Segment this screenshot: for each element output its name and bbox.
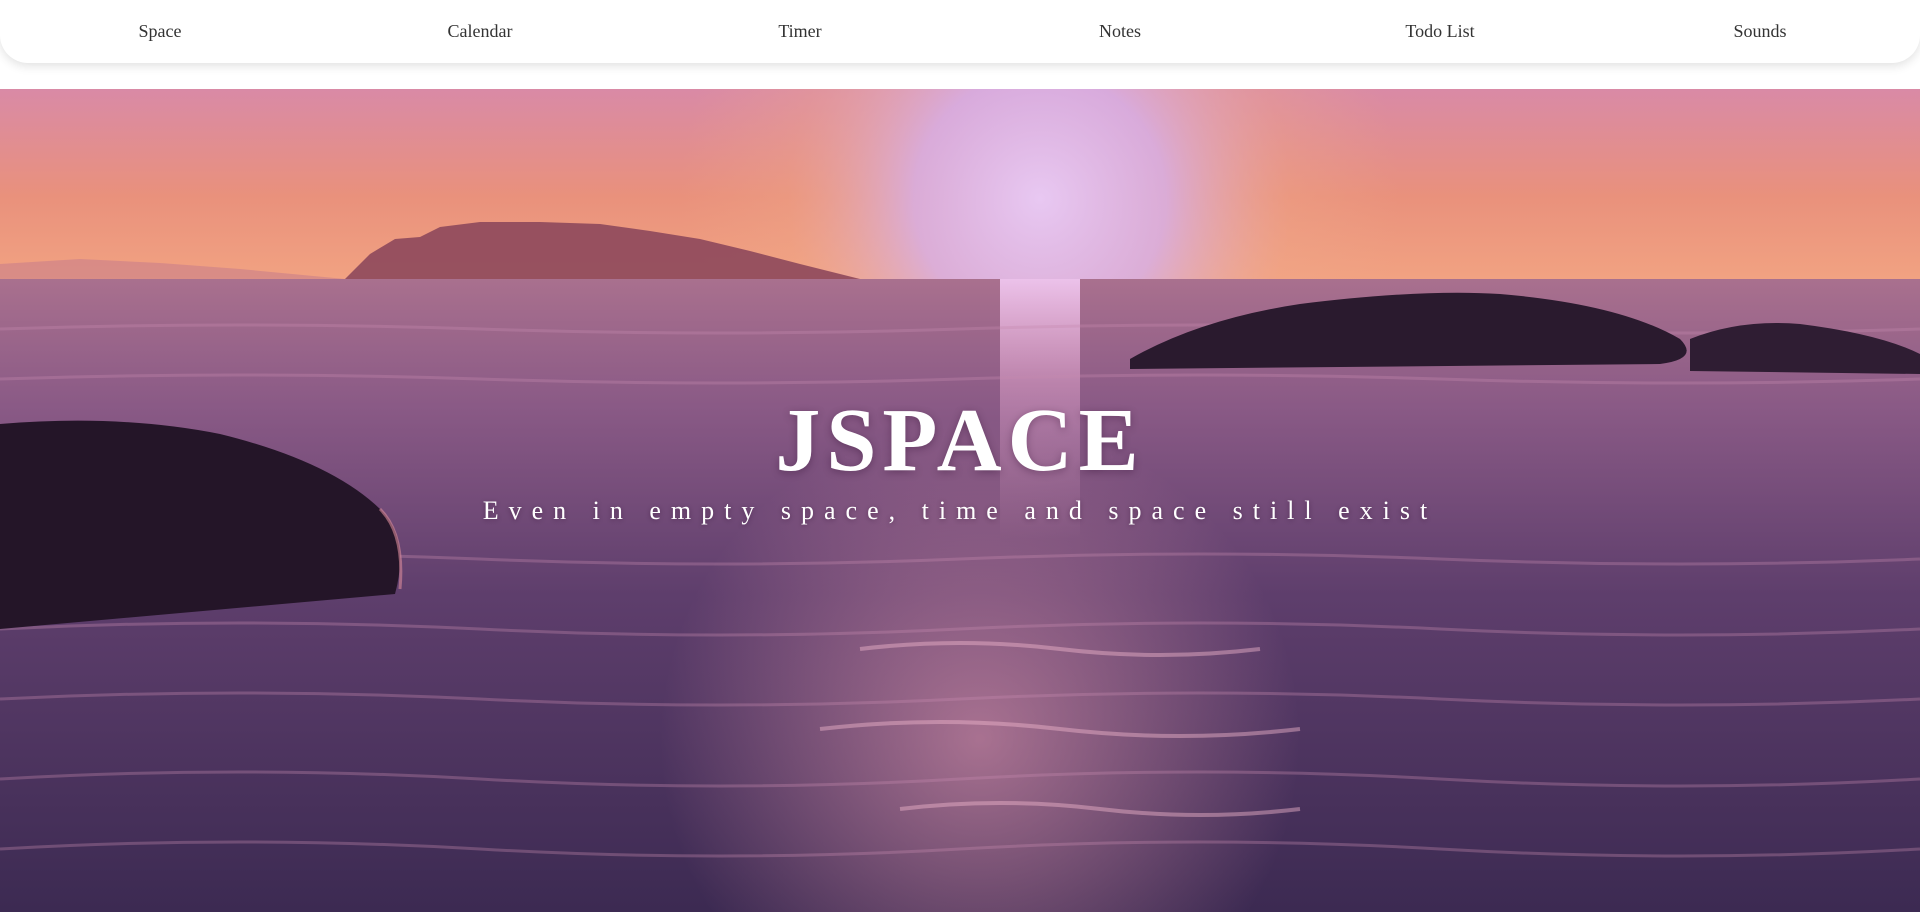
hero-subtitle: Even in empty space, time and space stil… [482,496,1438,525]
nav-item-calendar[interactable]: Calendar [320,0,640,63]
nav-item-timer[interactable]: Timer [640,0,960,63]
nav-item-space[interactable]: Space [0,0,320,63]
hero-section: JSPACE Even in empty space, time and spa… [0,89,1920,912]
nav-item-notes[interactable]: Notes [960,0,1280,63]
hero-text-overlay: JSPACE Even in empty space, time and spa… [0,89,1920,912]
hero-title: JSPACE [775,391,1145,490]
top-navbar: Space Calendar Timer Notes Todo List Sou… [0,0,1920,63]
nav-item-sounds[interactable]: Sounds [1600,0,1920,63]
nav-item-todo-list[interactable]: Todo List [1280,0,1600,63]
